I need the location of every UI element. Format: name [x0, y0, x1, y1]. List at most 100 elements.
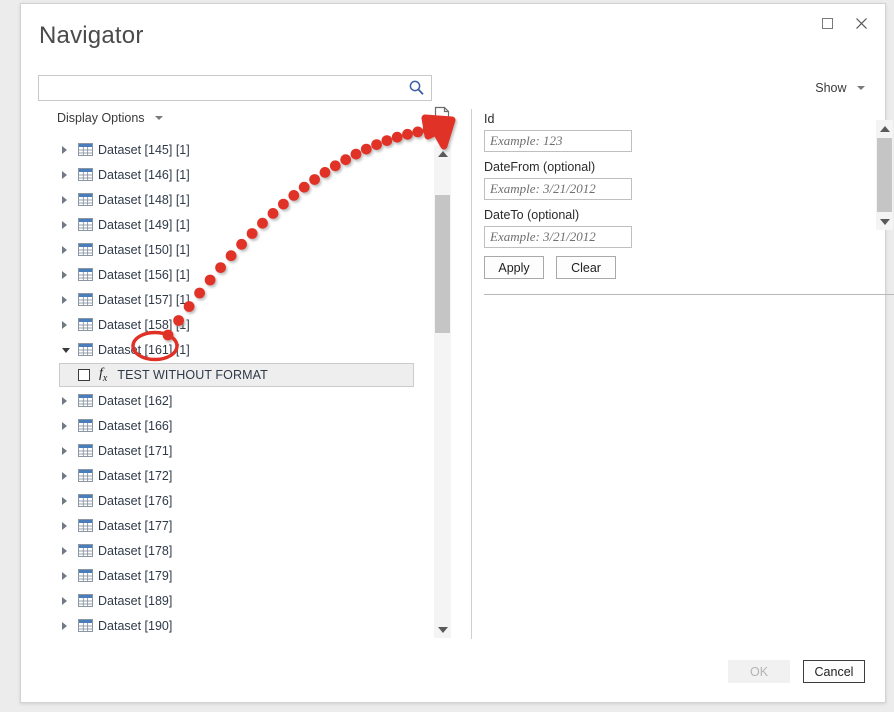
scroll-down-button[interactable]: [876, 213, 893, 230]
tree-row[interactable]: Dataset [190]: [38, 613, 437, 638]
expand-triangle-icon[interactable]: [62, 447, 70, 456]
preview-divider: [484, 294, 894, 295]
expand-triangle-icon[interactable]: [62, 472, 70, 481]
expand-triangle-icon[interactable]: [62, 547, 70, 556]
triangle-glyph: [62, 271, 67, 279]
triangle-glyph: [62, 622, 67, 630]
expand-triangle-icon[interactable]: [62, 597, 70, 606]
triangle-glyph: [62, 171, 67, 179]
expand-triangle-icon[interactable]: [62, 296, 70, 305]
expand-triangle-icon[interactable]: [62, 397, 70, 406]
expand-triangle-icon[interactable]: [62, 221, 70, 230]
tree-row[interactable]: Dataset [171]: [38, 438, 437, 463]
tree-item-label: Dataset [156] [1]: [98, 267, 190, 282]
form-buttons: Apply Clear: [484, 256, 866, 279]
table-icon: [78, 569, 93, 582]
tree-child-row[interactable]: fx TEST WITHOUT FORMAT: [59, 363, 414, 387]
tree-item-label: Dataset [161] [1]: [98, 342, 190, 357]
id-field[interactable]: [484, 130, 632, 152]
search-box[interactable]: [38, 75, 432, 101]
triangle-glyph: [62, 146, 67, 154]
expand-triangle-icon[interactable]: [62, 572, 70, 581]
dataset-tree[interactable]: Dataset [145] [1] Dataset [146] [1] Datase…: [38, 137, 451, 638]
tree-row[interactable]: Dataset [145] [1]: [38, 137, 437, 162]
tree-row[interactable]: Dataset [176]: [38, 488, 437, 513]
tree-row[interactable]: Dataset [161] [1]: [38, 337, 437, 362]
document-refresh-icon[interactable]: [433, 106, 453, 128]
tree-item-label: Dataset [166]: [98, 418, 173, 433]
tree-row[interactable]: Dataset [189]: [38, 588, 437, 613]
table-icon: [78, 218, 93, 231]
ok-button[interactable]: OK: [728, 660, 790, 683]
tree-list: Dataset [145] [1] Dataset [146] [1] Datase…: [38, 137, 437, 638]
table-icon: [78, 318, 93, 331]
display-options-dropdown[interactable]: Display Options: [57, 111, 164, 125]
expand-triangle-icon[interactable]: [62, 422, 70, 431]
tree-row[interactable]: Dataset [166]: [38, 413, 437, 438]
table-icon: [78, 444, 93, 457]
dialog-footer: OK Cancel: [728, 660, 865, 683]
expand-triangle-icon[interactable]: [62, 146, 70, 155]
tree-item-label: Dataset [190]: [98, 618, 173, 633]
scroll-up-button[interactable]: [876, 120, 893, 137]
pane-divider: [471, 109, 472, 639]
field-label: DateTo (optional): [484, 208, 580, 222]
parameters-form: Id DateFrom (optional) DateTo (optional)…: [484, 112, 866, 279]
tree-row[interactable]: Dataset [172]: [38, 463, 437, 488]
expand-triangle-icon[interactable]: [62, 246, 70, 255]
scroll-down-button[interactable]: [434, 621, 451, 638]
scroll-thumb[interactable]: [435, 195, 450, 333]
tree-row[interactable]: Dataset [178]: [38, 538, 437, 563]
tree-row[interactable]: Dataset [146] [1]: [38, 162, 437, 187]
show-dropdown[interactable]: Show: [815, 81, 865, 95]
scroll-up-button[interactable]: [434, 145, 451, 162]
chevron-up-icon: [437, 150, 448, 157]
tree-row[interactable]: Dataset [150] [1]: [38, 237, 437, 262]
triangle-glyph: [62, 547, 67, 555]
tree-row[interactable]: Dataset [179]: [38, 563, 437, 588]
triangle-glyph: [62, 397, 67, 405]
collapse-triangle-icon[interactable]: [62, 346, 70, 355]
maximize-button[interactable]: [811, 10, 843, 36]
tree-row[interactable]: Dataset [156] [1]: [38, 262, 437, 287]
expand-triangle-icon[interactable]: [62, 497, 70, 506]
scroll-thumb[interactable]: [877, 138, 892, 212]
dateto-field[interactable]: [484, 226, 632, 248]
close-icon: [855, 17, 867, 29]
tree-row[interactable]: Dataset [162]: [38, 388, 437, 413]
close-button[interactable]: [845, 10, 877, 36]
tree-row[interactable]: Dataset [149] [1]: [38, 212, 437, 237]
search-icon[interactable]: [407, 79, 427, 97]
tree-row[interactable]: Dataset [177]: [38, 513, 437, 538]
search-input[interactable]: [39, 76, 405, 100]
tree-item-label: Dataset [178]: [98, 543, 173, 558]
cancel-button[interactable]: Cancel: [803, 660, 865, 683]
tree-row[interactable]: Dataset [157] [1]: [38, 287, 437, 312]
field-label: Id: [484, 112, 495, 126]
checkbox[interactable]: [78, 369, 90, 381]
tree-item-label: Dataset [150] [1]: [98, 242, 190, 257]
preview-scrollbar[interactable]: [876, 120, 893, 230]
clear-button[interactable]: Clear: [556, 256, 616, 279]
table-icon: [78, 469, 93, 482]
expand-triangle-icon[interactable]: [62, 196, 70, 205]
chevron-down-icon: [437, 626, 448, 633]
field-label: DateFrom (optional): [484, 160, 596, 174]
expand-triangle-icon[interactable]: [62, 271, 70, 280]
tree-scrollbar[interactable]: [434, 145, 451, 638]
table-icon: [78, 419, 93, 432]
expand-triangle-icon[interactable]: [62, 622, 70, 631]
tree-row[interactable]: Dataset [158] [1]: [38, 312, 437, 337]
datefrom-field[interactable]: [484, 178, 632, 200]
tree-item-label: Dataset [172]: [98, 468, 173, 483]
triangle-glyph: [62, 246, 67, 254]
tree-row[interactable]: Dataset [148] [1]: [38, 187, 437, 212]
expand-triangle-icon[interactable]: [62, 171, 70, 180]
display-options-label: Display Options: [57, 111, 145, 125]
expand-triangle-icon[interactable]: [62, 522, 70, 531]
apply-button[interactable]: Apply: [484, 256, 544, 279]
expand-triangle-icon[interactable]: [62, 321, 70, 330]
table-icon: [78, 243, 93, 256]
tree-item-label: Dataset [145] [1]: [98, 142, 190, 157]
chevron-down-icon: [857, 85, 865, 90]
